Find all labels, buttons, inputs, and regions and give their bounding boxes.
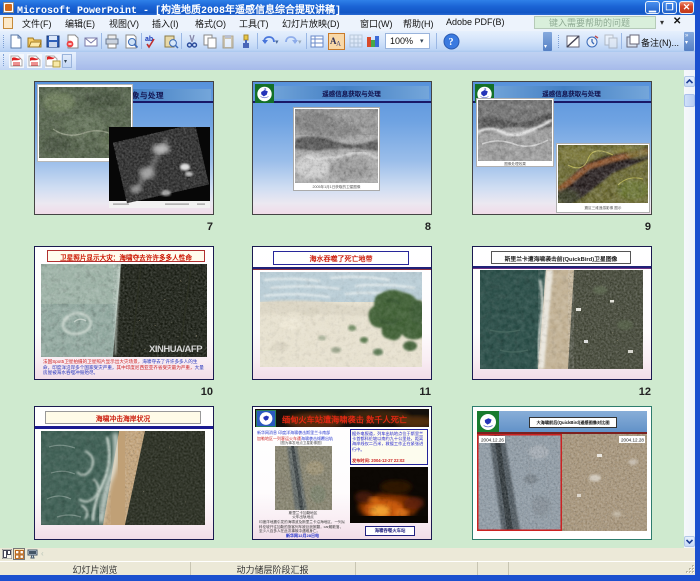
svg-text:2004.12.28: 2004.12.28	[621, 437, 644, 442]
svg-text:?: ?	[449, 37, 454, 48]
svg-text:XINHUA/AFP: XINHUA/AFP	[149, 344, 203, 355]
svg-text:缅甸火车站遭海啸袭击 数千人死亡: 缅甸火车站遭海啸袭击 数千人死亡	[282, 415, 407, 425]
svg-text:A: A	[336, 40, 341, 48]
svg-text:2004.12.26: 2004.12.26	[481, 437, 504, 442]
